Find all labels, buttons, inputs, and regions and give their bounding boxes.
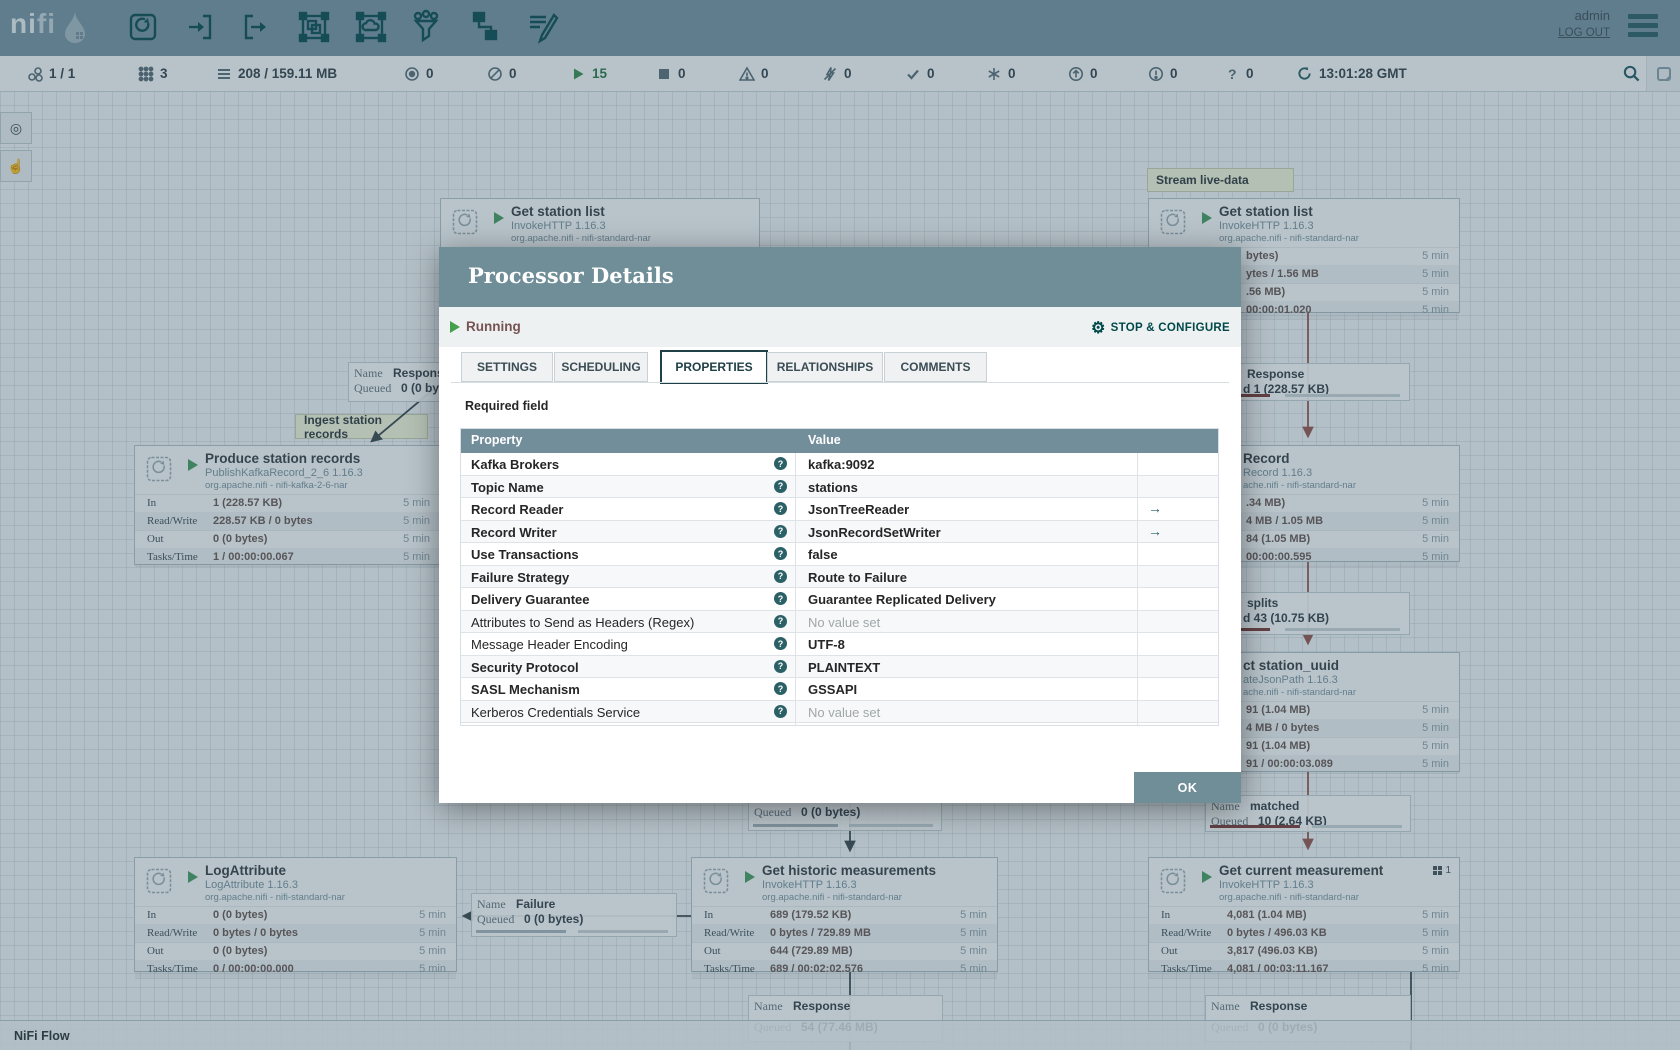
property-action-cell [1138,723,1218,725]
help-icon[interactable]: ? [774,659,787,673]
property-name-cell: Topic Name? [461,475,796,497]
property-row-failure-strategy: Failure Strategy? Route to Failure [461,565,1218,588]
property-value-cell: Guarantee Replicated Delivery [796,588,1138,610]
property-row-security-protocol: Security Protocol? PLAINTEXT [461,655,1218,678]
help-icon[interactable]: ? [774,637,787,650]
property-value-cell: PLAINTEXT [796,655,1138,677]
property-action-cell [1138,588,1218,610]
stop-and-configure-button[interactable]: ⚙ STOP & CONFIGURE [1091,318,1230,338]
property-action-cell: → [1138,521,1218,543]
property-row-kerberos-user-service: Kerberos User Service?No value set [461,723,1218,725]
help-icon[interactable]: ? [774,457,787,470]
property-row-kerberos-credentials-service: Kerberos Credentials Service? No value se… [461,700,1218,723]
tab-comments[interactable]: COMMENTS [884,352,987,382]
property-name-cell: Record Writer? [461,520,796,542]
property-value-cell: kafka:9092 [796,453,1138,475]
processor-details-dialog: Processor Details Running ⚙ STOP & CONFI… [439,247,1241,803]
property-value-cell: No value set [796,700,1138,722]
property-action-cell [1138,701,1218,723]
property-value-cell: No value set [796,723,1138,725]
property-name-cell: Delivery Guarantee? [461,588,796,610]
property-value-cell: UTF-8 [796,633,1138,655]
tab-properties[interactable]: PROPERTIES [660,350,768,384]
property-action-cell [1138,543,1218,565]
property-value-cell: stations [796,475,1138,497]
property-row-use-transactions: Use Transactions? false [461,543,1218,566]
property-name-cell: Record Reader? [461,498,796,520]
value-column-header: Value [808,433,841,447]
ok-button[interactable]: OK [1134,772,1241,803]
property-value-cell: JsonTreeReader [796,498,1138,520]
property-action-cell [1138,566,1218,588]
property-name-cell: Kerberos Credentials Service? [461,700,796,722]
help-icon[interactable]: ? [774,524,787,538]
property-name-cell: Attributes to Send as Headers (Regex)? [461,610,796,632]
help-icon[interactable]: ? [774,569,787,583]
property-action-cell: → [1138,498,1218,520]
help-icon[interactable]: ? [774,547,787,560]
properties-table-header: Property Value [461,429,1218,453]
property-row-topic-name: Topic Name? stations [461,475,1218,498]
property-value-cell: GSSAPI [796,678,1138,700]
nifi-application: nifi admin LOG OUT 1 / 1 3 208 / 159.11 MB… [0,0,1680,1050]
property-name-cell: Failure Strategy? [461,565,796,587]
property-row-message-header-encoding: Message Header Encoding? UTF-8 [461,633,1218,656]
help-icon[interactable]: ? [774,704,787,718]
property-value-cell: Route to Failure [796,565,1138,587]
property-name-cell: Use Transactions? [461,543,796,565]
go-to-service-icon[interactable]: → [1148,523,1162,539]
property-action-cell [1138,633,1218,655]
property-row-record-writer: Record Writer? JsonRecordSetWriter → [461,520,1218,543]
tab-settings[interactable]: SETTINGS [461,352,553,382]
dialog-header: Processor Details [439,247,1241,307]
dialog-title: Processor Details [468,263,674,288]
property-action-cell [1138,678,1218,700]
gear-icon: ⚙ [1090,320,1106,337]
property-row-kafka-brokers: Kafka Brokers? kafka:9092 [461,453,1218,476]
property-row-attributes-to-send-as-headers-regex-: Attributes to Send as Headers (Regex)? No… [461,610,1218,633]
tab-scheduling[interactable]: SCHEDULING [554,352,648,382]
property-name-cell: Security Protocol? [461,655,796,677]
processor-status: Running [466,319,521,334]
required-field-label: Required field [465,399,549,413]
property-name-cell: Kafka Brokers? [461,453,796,475]
property-value-cell: false [796,543,1138,565]
property-column-header: Property [471,433,523,447]
property-row-record-reader: Record Reader? JsonTreeReader → [461,498,1218,521]
help-icon[interactable]: ? [774,592,787,605]
help-icon[interactable]: ? [774,682,787,695]
property-action-cell [1138,611,1218,633]
tabs-divider [451,382,1229,383]
property-value-cell: JsonRecordSetWriter [796,520,1138,542]
dialog-status-row: Running ⚙ STOP & CONFIGURE [439,307,1241,347]
property-action-cell [1138,453,1218,475]
go-to-service-icon[interactable]: → [1148,500,1162,516]
property-name-cell: Kerberos User Service? [461,723,796,725]
help-icon[interactable]: ? [774,479,787,493]
running-icon [450,321,460,333]
property-row-sasl-mechanism: SASL Mechanism? GSSAPI [461,678,1218,701]
properties-table: Property Value Kafka Brokers? kafka:9092 T… [460,428,1219,726]
property-row-delivery-guarantee: Delivery Guarantee? Guarantee Replicated … [461,588,1218,611]
property-name-cell: Message Header Encoding? [461,633,796,655]
property-action-cell [1138,476,1218,498]
property-action-cell [1138,656,1218,678]
property-value-cell: No value set [796,610,1138,632]
tab-relationships[interactable]: RELATIONSHIPS [767,352,883,382]
help-icon[interactable]: ? [774,502,787,515]
help-icon[interactable]: ? [774,614,787,628]
property-name-cell: SASL Mechanism? [461,678,796,700]
